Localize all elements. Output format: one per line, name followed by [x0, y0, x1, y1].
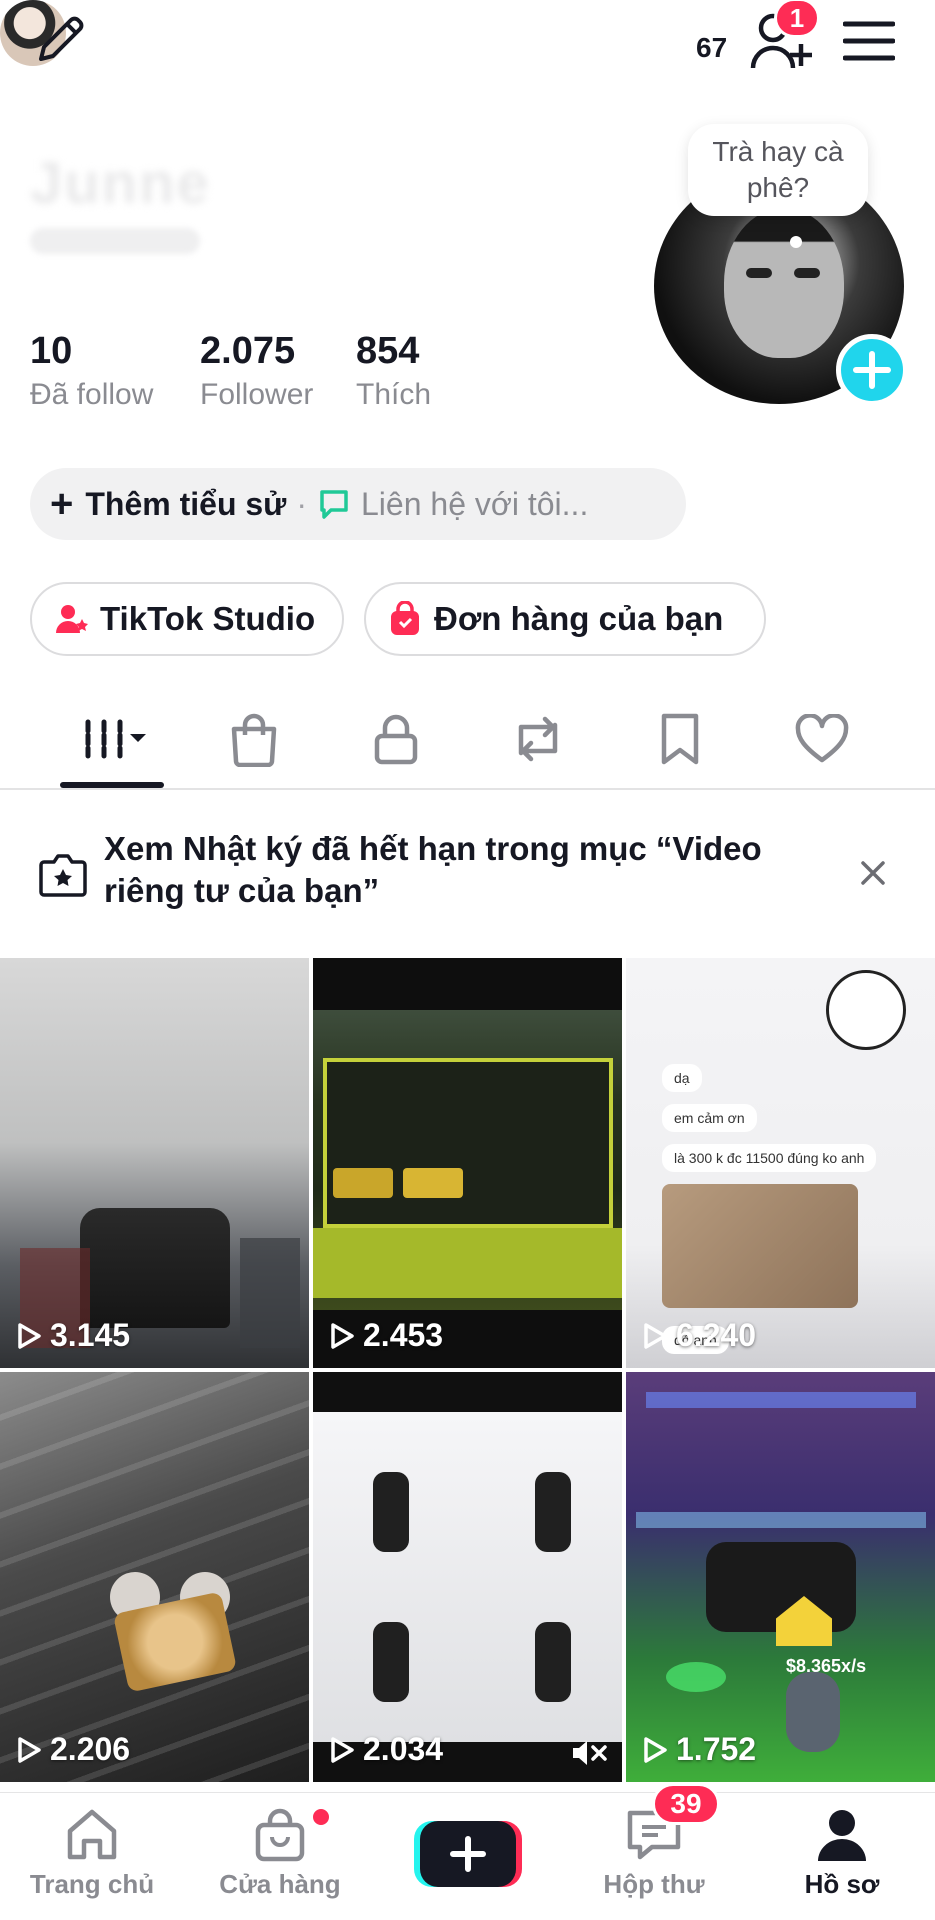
inbox-badge: 39	[652, 1783, 720, 1825]
view-count: 2.206	[16, 1731, 130, 1768]
active-tab-indicator	[60, 782, 164, 788]
orders-button[interactable]: Đơn hàng của bạn	[364, 582, 766, 656]
video-thumbnail[interactable]: $8.365x/s 1.752	[626, 1372, 935, 1782]
menu-icon[interactable]	[838, 10, 900, 72]
top-bar: 67 1	[0, 0, 935, 80]
likes-label: Thích	[356, 378, 432, 411]
grid-dropdown-icon	[85, 719, 146, 759]
likes-count: 854	[356, 330, 420, 372]
following-label: Đã follow	[30, 378, 154, 411]
play-icon	[331, 1322, 354, 1349]
followers-label: Follower	[200, 378, 314, 411]
profile-person-icon	[818, 1810, 866, 1861]
tab-saved[interactable]	[620, 704, 740, 774]
play-icon	[18, 1736, 41, 1763]
chat-message: là 300 k đc 11500 đúng ko anh	[662, 1144, 877, 1172]
following-count: 10	[30, 330, 73, 372]
view-count: 3.145	[16, 1317, 130, 1354]
contact-button[interactable]: Liên hệ với tôi...	[361, 486, 588, 523]
tile-overlay-text: $8.365x/s	[786, 1656, 867, 1676]
video-thumbnail[interactable]: 2.034	[313, 1372, 622, 1782]
mute-icon[interactable]	[570, 1738, 608, 1768]
bag-icon	[231, 713, 277, 767]
following-stat[interactable]: 10 Đã follow	[30, 328, 153, 414]
home-icon	[67, 1809, 117, 1860]
view-count: 1.752	[642, 1731, 756, 1768]
nav-profile-label: Hồ sơ	[804, 1869, 880, 1899]
studio-person-icon	[56, 605, 88, 633]
handle-blurred	[30, 228, 200, 254]
view-count: 2.453	[329, 1317, 443, 1354]
orders-label: Đơn hàng của bạn	[434, 600, 724, 637]
bottom-nav: Trang chủ Cửa hàng Hộp thư 39 Hồ sơ	[0, 1783, 935, 1920]
play-icon	[331, 1736, 354, 1763]
followers-stat[interactable]: 2.075 Follower	[200, 328, 313, 414]
banner-text: Xem Nhật ký đã hết hạn trong mục “Video …	[104, 830, 762, 909]
video-thumbnail[interactable]: 3.145	[0, 958, 309, 1368]
shopping-bag-icon	[255, 1808, 305, 1862]
play-icon	[644, 1322, 667, 1349]
nav-home-label: Trang chủ	[29, 1869, 155, 1899]
shopping-bag-icon	[391, 601, 419, 635]
nav-inbox[interactable]: Hộp thư	[564, 1807, 744, 1917]
tiktok-studio-label: TikTok Studio	[100, 600, 316, 637]
create-plus-icon	[414, 1821, 522, 1887]
nav-home[interactable]: Trang chủ	[2, 1807, 182, 1917]
create-button[interactable]	[414, 1819, 522, 1889]
bio-separator: ·	[296, 485, 307, 522]
bubble-tail	[790, 236, 802, 248]
nav-shop[interactable]: Cửa hàng	[190, 1807, 370, 1917]
heart-icon	[795, 714, 849, 763]
video-thumbnail[interactable]: 2.453	[313, 958, 622, 1368]
story-count: 67	[696, 32, 728, 63]
view-count: 6.240	[642, 1317, 756, 1354]
friend-request-badge: 1	[774, 0, 820, 38]
followers-count: 2.075	[200, 330, 296, 372]
nav-inbox-label: Hộp thư	[603, 1869, 705, 1899]
edit-pencil-icon[interactable]	[30, 8, 92, 70]
likes-stat[interactable]: 854 Thích	[356, 328, 431, 414]
tab-reposts[interactable]	[478, 704, 598, 774]
plus-icon: +	[50, 481, 74, 526]
repost-icon	[518, 716, 558, 762]
add-story-plus-icon[interactable]	[836, 334, 908, 406]
view-count: 2.034	[329, 1731, 443, 1768]
notification-dot	[311, 1807, 331, 1827]
video-thumbnail[interactable]: 2.206	[0, 1372, 309, 1782]
tab-shop[interactable]	[194, 704, 314, 774]
close-icon[interactable]	[858, 858, 888, 888]
expired-diary-banner: Xem Nhật ký đã hết hạn trong mục “Video …	[0, 820, 935, 936]
bio-pill: + Thêm tiểu sử · Liên hệ với tôi...	[30, 468, 686, 540]
bookmark-icon	[661, 713, 699, 765]
chat-message: em cảm ơn	[662, 1104, 757, 1132]
profile-tabs	[0, 690, 935, 790]
tab-private[interactable]	[336, 704, 456, 774]
lock-icon	[374, 714, 418, 765]
nav-shop-label: Cửa hàng	[219, 1869, 341, 1899]
chat-bubble-icon	[320, 490, 348, 519]
tab-videos[interactable]	[52, 704, 172, 774]
play-icon	[644, 1736, 667, 1763]
video-thumbnail[interactable]: dạ em cảm ơn là 300 k đc 11500 đúng ko a…	[626, 958, 935, 1368]
note-bubble[interactable]: Trà hay cà phê?	[688, 124, 868, 216]
play-icon	[18, 1322, 41, 1349]
tab-liked[interactable]	[762, 704, 882, 774]
add-bio-button[interactable]: Thêm tiểu sử	[85, 486, 286, 523]
username-blurred: Junne	[30, 151, 211, 216]
star-camera-icon	[39, 854, 87, 897]
chat-message: dạ	[662, 1064, 702, 1092]
nav-profile[interactable]: Hồ sơ	[752, 1807, 932, 1917]
tiktok-studio-button[interactable]: TikTok Studio	[30, 582, 344, 656]
